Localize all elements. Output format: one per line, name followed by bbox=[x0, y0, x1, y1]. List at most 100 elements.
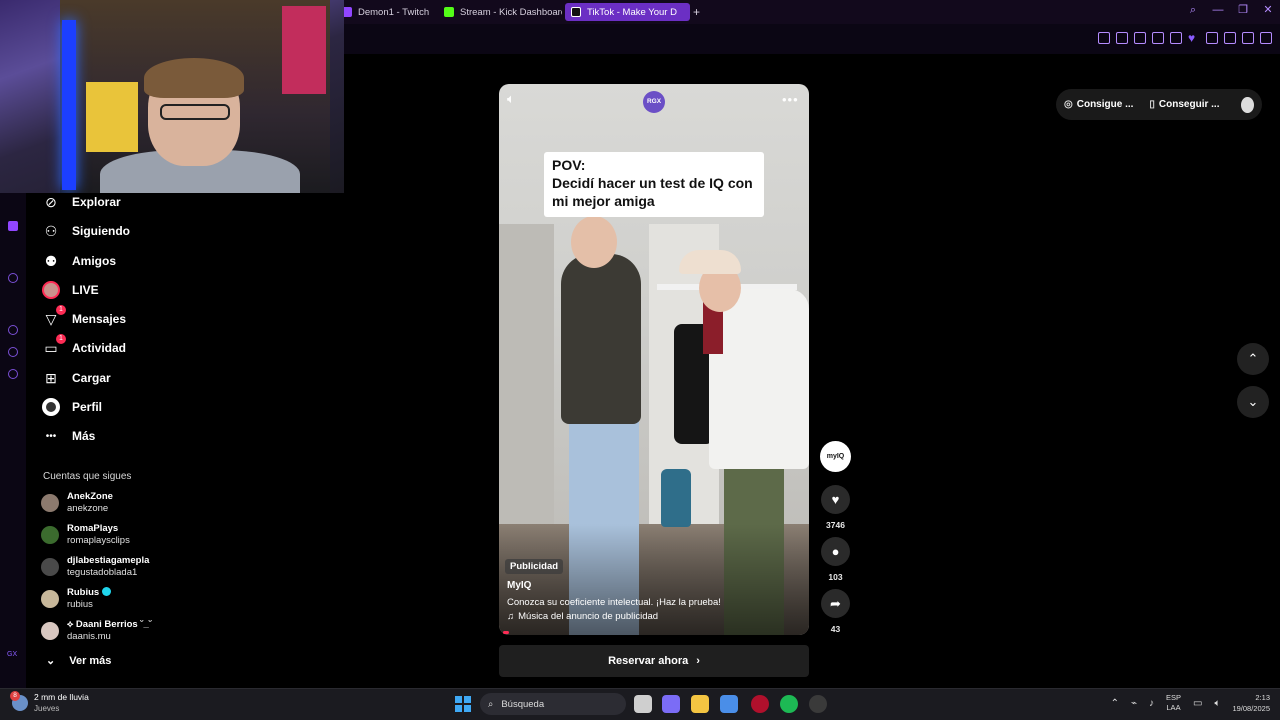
ad-author[interactable]: MyIQ bbox=[507, 580, 531, 591]
chevron-down-icon: ⌄ bbox=[1247, 394, 1259, 409]
new-tab-button[interactable]: + bbox=[693, 5, 700, 19]
download-icon[interactable] bbox=[1242, 32, 1254, 44]
copilot-icon[interactable] bbox=[662, 695, 680, 713]
account-handle: rubius bbox=[67, 599, 93, 610]
weather-widget[interactable]: 8 2 mm de lluvia Jueves bbox=[10, 691, 89, 714]
nav-explorar[interactable]: ⊘ Explorar bbox=[42, 191, 121, 213]
date: 19/08/2025 bbox=[1232, 704, 1270, 713]
obs-icon[interactable] bbox=[809, 695, 827, 713]
account-handle: tegustadoblada1 bbox=[67, 567, 138, 578]
file-explorer-icon[interactable] bbox=[691, 695, 709, 713]
more-options-icon[interactable]: ••• bbox=[782, 92, 798, 107]
streamer-hair bbox=[144, 58, 244, 98]
start-button[interactable] bbox=[455, 696, 471, 712]
share-icon: ➦ bbox=[830, 595, 841, 611]
neon-light bbox=[62, 20, 76, 190]
spotify-icon[interactable] bbox=[780, 695, 798, 713]
nav-label: Actividad bbox=[72, 341, 127, 355]
display-icon[interactable]: ▭ bbox=[1193, 698, 1202, 709]
nav-mensajes[interactable]: ▽ 1 Mensajes bbox=[42, 305, 126, 330]
previous-video-button[interactable]: ⌃ bbox=[1237, 343, 1269, 375]
opera-gx-icon[interactable] bbox=[751, 695, 769, 713]
time: 2:13 bbox=[1255, 693, 1270, 702]
settings-rail-icon[interactable] bbox=[8, 369, 18, 379]
comment-button[interactable]: ● bbox=[821, 537, 850, 566]
tab-twitch[interactable]: Demon1 - Twitch bbox=[336, 3, 436, 21]
store-icon[interactable] bbox=[720, 695, 738, 713]
see-more-label: Ver más bbox=[69, 654, 112, 667]
compass-icon: ⊘ bbox=[45, 193, 57, 210]
nav-siguiendo[interactable]: ⚇ Siguiendo bbox=[42, 220, 130, 242]
cta-label: Reservar ahora bbox=[608, 655, 689, 667]
rgx-badge: RGX bbox=[643, 91, 665, 113]
share-count: 43 bbox=[830, 624, 841, 634]
followed-account[interactable]: Rubius rubius bbox=[41, 587, 112, 611]
twitch-rail-icon[interactable] bbox=[8, 221, 18, 231]
screenshot-icon[interactable] bbox=[1116, 32, 1128, 44]
microphone-icon[interactable]: ♪ bbox=[1149, 698, 1154, 709]
translate-icon[interactable] bbox=[1152, 32, 1164, 44]
bookmark-icon[interactable] bbox=[1098, 32, 1110, 44]
creator-avatar[interactable]: myIQ bbox=[820, 441, 851, 472]
account-name: djlabestiagamepla bbox=[67, 555, 150, 566]
chevron-up-icon[interactable]: ⌃ bbox=[1111, 698, 1119, 709]
followed-account[interactable]: AnekZone anekzone bbox=[41, 491, 113, 515]
ad-music[interactable]: ♫ Música del anuncio de publicidad bbox=[507, 611, 658, 622]
minimize-icon[interactable]: — bbox=[1212, 4, 1224, 16]
chevron-up-icon: ⌃ bbox=[1247, 351, 1259, 366]
music-note-icon: ♫ bbox=[507, 611, 515, 622]
language-indicator[interactable]: ESP LAA bbox=[1166, 693, 1181, 713]
followed-account[interactable]: RomaPlays romaplaysclips bbox=[41, 523, 130, 547]
like-button[interactable]: ♥ bbox=[821, 485, 850, 514]
network-off-icon[interactable]: ⌁ bbox=[1131, 698, 1137, 709]
reserve-now-button[interactable]: Reservar ahora › bbox=[499, 645, 809, 677]
volume-icon[interactable]: 🔈︎ bbox=[507, 91, 523, 107]
extensions-icon[interactable] bbox=[1206, 32, 1218, 44]
heart-icon: ♥ bbox=[831, 492, 840, 507]
nav-cargar[interactable]: ⊞ Cargar bbox=[42, 367, 111, 389]
nav-label: LIVE bbox=[72, 283, 99, 297]
account-handle: anekzone bbox=[67, 503, 109, 514]
poster bbox=[282, 6, 326, 94]
nav-perfil[interactable]: Perfil bbox=[42, 396, 102, 418]
restore-icon[interactable]: ❐ bbox=[1237, 4, 1249, 16]
button-label: Conseguir ... bbox=[1158, 99, 1220, 110]
nav-label: Cargar bbox=[72, 371, 111, 385]
nav-mas[interactable]: ••• Más bbox=[42, 425, 96, 447]
user-avatar[interactable] bbox=[1241, 96, 1254, 113]
shield-icon[interactable] bbox=[1134, 32, 1146, 44]
task-view-icon[interactable] bbox=[634, 695, 652, 713]
nav-amigos[interactable]: ⚉ Amigos bbox=[42, 250, 116, 272]
video-progress[interactable] bbox=[503, 631, 509, 634]
weather-icon: 8 bbox=[10, 691, 28, 711]
player-rail-icon[interactable] bbox=[8, 273, 18, 283]
heart-icon[interactable]: ♥ bbox=[1188, 32, 1200, 44]
profile-icon[interactable] bbox=[1224, 32, 1236, 44]
followed-account[interactable]: djlabestiagamepla tegustadoblada1 bbox=[41, 555, 149, 579]
play-icon[interactable] bbox=[1170, 32, 1182, 44]
clock[interactable]: 2:13 19/08/2025 bbox=[1232, 692, 1270, 714]
weather-day: Jueves bbox=[34, 704, 60, 713]
tab-tiktok[interactable]: TikTok - Make Your D bbox=[565, 3, 690, 21]
followed-account[interactable]: ⟡ Daani Berrios ˘_˘ daanis.mu bbox=[41, 619, 152, 643]
extensions-rail-icon[interactable] bbox=[8, 347, 18, 357]
next-video-button[interactable]: ⌄ bbox=[1237, 386, 1269, 418]
account-name: Rubius bbox=[67, 587, 100, 598]
menu-icon[interactable] bbox=[1260, 32, 1272, 44]
get-app-button[interactable]: ▯ Conseguir ... bbox=[1149, 99, 1219, 110]
share-button[interactable]: ➦ bbox=[821, 589, 850, 618]
nav-live[interactable]: LIVE bbox=[42, 279, 99, 301]
nav-actividad[interactable]: ▭ 1 Actividad bbox=[42, 334, 127, 359]
music-label: Música del anuncio de publicidad bbox=[518, 611, 659, 622]
see-more-button[interactable]: ⌄ Ver más bbox=[46, 654, 112, 668]
volume-icon[interactable]: 🔈︎ bbox=[1214, 698, 1220, 709]
close-icon[interactable]: ✕ bbox=[1262, 4, 1274, 16]
nav-label: Perfil bbox=[72, 400, 103, 414]
history-rail-icon[interactable] bbox=[8, 325, 18, 335]
get-coins-button[interactable]: ◎ Consigue ... bbox=[1064, 99, 1133, 110]
tab-label: Stream - Kick Dashboard bbox=[460, 6, 562, 18]
tab-kick[interactable]: Stream - Kick Dashboard bbox=[438, 3, 562, 21]
avatar bbox=[41, 622, 59, 640]
taskbar-search[interactable]: ⌕ Búsqueda bbox=[480, 693, 626, 715]
search-icon[interactable]: ⌕ bbox=[1187, 4, 1199, 16]
